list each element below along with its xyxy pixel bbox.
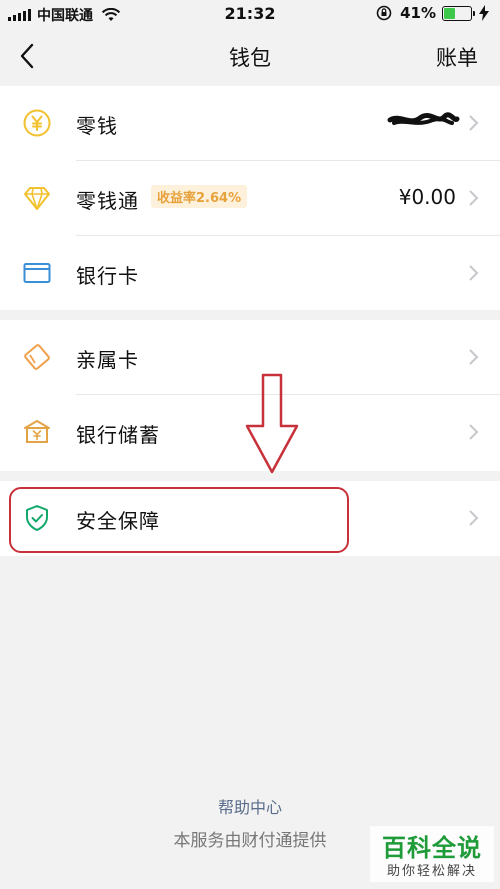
yuan-coin-icon [23, 109, 51, 137]
battery-fill [444, 7, 455, 19]
redacted-balance [387, 112, 460, 125]
bill-button[interactable]: 账单 [436, 42, 478, 72]
balance-value: ¥0.00 [398, 185, 456, 209]
bank-card-icon [23, 263, 51, 283]
bank-savings-icon [24, 420, 50, 443]
chevron-right-icon [469, 265, 479, 281]
chevron-right-icon [469, 115, 479, 131]
row-change[interactable]: 零钱 [0, 86, 500, 161]
diamond-icon [24, 187, 50, 210]
row-label: 零钱 [76, 114, 118, 138]
family-card-icon [24, 344, 50, 370]
annotation-arrow-icon [245, 373, 299, 474]
help-center-link[interactable]: 帮助中心 [0, 794, 500, 818]
nav-bar: 钱包 账单 [0, 30, 500, 84]
annotation-highlight-box [9, 487, 349, 553]
row-change-pass[interactable]: 零钱通 收益率2.64% ¥0.00 [0, 161, 500, 236]
page-title: 钱包 [229, 46, 271, 70]
chevron-right-icon [469, 190, 479, 206]
wallet-group-main: 零钱 零钱通 收益率2.64% ¥0.00 银行卡 [0, 86, 500, 310]
rotation-lock-icon [376, 5, 392, 21]
yield-rate-badge: 收益率2.64% [151, 185, 248, 208]
status-right: 41% [376, 4, 490, 22]
chevron-right-icon [469, 424, 479, 440]
watermark: 百科全说 助你轻松解决 [370, 826, 494, 882]
row-label: 银行储蓄 [76, 423, 160, 447]
watermark-title: 百科全说 [382, 834, 482, 862]
charging-bolt-icon [479, 5, 489, 21]
row-bank-card[interactable]: 银行卡 [0, 236, 500, 311]
chevron-right-icon [469, 349, 479, 365]
battery-percent: 41% [400, 4, 436, 22]
row-label: 亲属卡 [76, 348, 139, 372]
row-label: 零钱通 [76, 189, 139, 213]
watermark-subtitle: 助你轻松解决 [386, 864, 477, 879]
row-label: 银行卡 [76, 264, 139, 288]
chevron-right-icon [469, 510, 479, 526]
battery-icon [442, 5, 475, 21]
status-bar: 中国联通 21:32 41% [0, 0, 500, 30]
